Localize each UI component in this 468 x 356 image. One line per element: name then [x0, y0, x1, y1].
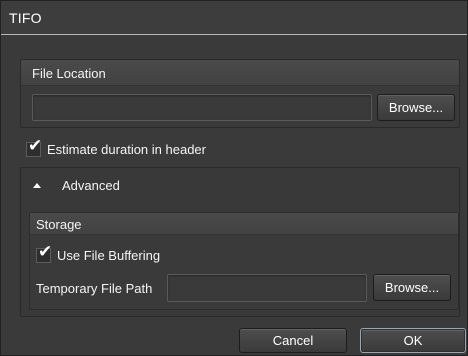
tifo-dialog: TIFO File Location Browse... ✔ Estimate … [0, 0, 468, 356]
temp-file-path-input[interactable] [167, 274, 367, 302]
temp-file-path-label: Temporary File Path [36, 281, 153, 296]
storage-header: Storage [30, 213, 458, 235]
estimate-duration-label: Estimate duration in header [47, 141, 206, 157]
browse-file-button[interactable]: Browse... [377, 94, 455, 121]
advanced-label: Advanced [62, 178, 120, 193]
chevron-up-icon [33, 183, 41, 188]
ok-button[interactable]: OK [360, 328, 466, 353]
checkmark-icon: ✔ [28, 135, 43, 156]
ok-button-label: OK [403, 333, 423, 348]
cancel-button-label: Cancel [272, 333, 314, 348]
file-location-group: File Location Browse... [20, 59, 460, 128]
browse-temp-path-button-label: Browse... [384, 280, 440, 295]
estimate-duration-checkbox[interactable]: ✔ Estimate duration in header [26, 137, 206, 159]
use-file-buffering-box: ✔ [36, 243, 52, 263]
file-location-title: File Location [32, 66, 106, 81]
checkmark-icon: ✔ [38, 241, 53, 262]
storage-group: Storage ✔ Use File Buffering Temporary F… [29, 212, 459, 310]
use-file-buffering-checkbox[interactable]: ✔ Use File Buffering [36, 243, 161, 265]
browse-file-button-label: Browse... [388, 100, 444, 115]
estimate-duration-box: ✔ [26, 137, 42, 157]
use-file-buffering-label: Use File Buffering [57, 247, 161, 263]
advanced-group: Advanced Storage ✔ Use File Buffering Te… [20, 167, 460, 317]
file-location-header: File Location [21, 60, 459, 86]
browse-temp-path-button[interactable]: Browse... [373, 274, 451, 301]
advanced-expander[interactable]: Advanced [21, 168, 459, 204]
title-bar[interactable]: TIFO [1, 1, 467, 35]
cancel-button[interactable]: Cancel [239, 328, 347, 353]
window-title: TIFO [9, 10, 42, 26]
storage-title: Storage [36, 217, 82, 232]
file-path-input[interactable] [32, 94, 372, 121]
